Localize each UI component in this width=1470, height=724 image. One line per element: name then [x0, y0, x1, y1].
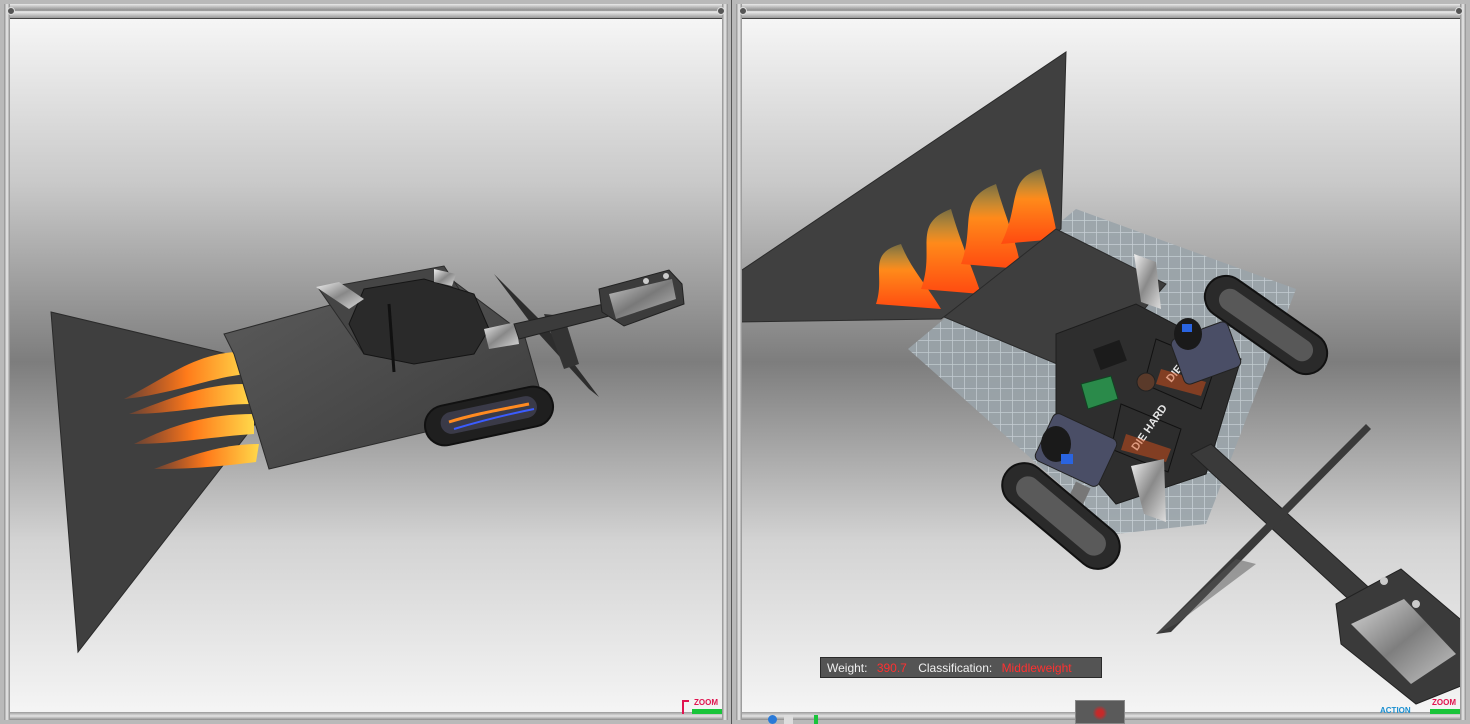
frame-right [722, 4, 728, 720]
rivet [7, 7, 15, 15]
zoom-label: ZOOM [1432, 698, 1456, 707]
zoom-bracket-icon [682, 700, 689, 714]
stats-bar: Weight: 390.7 Classification: Middleweig… [820, 657, 1102, 678]
frame-bottom [4, 712, 728, 720]
selected-part-thumbnail[interactable] [1075, 700, 1125, 724]
classification-label: Classification: [918, 661, 993, 675]
rivet [717, 7, 725, 15]
action-label[interactable]: ACTION [1380, 706, 1411, 715]
frame-top [4, 4, 728, 19]
frame-left [4, 4, 10, 720]
mini-toolbar[interactable] [768, 715, 828, 724]
robot-top-scene[interactable]: DIE HARD DIE HARD [736, 4, 1466, 720]
zoom-control-right[interactable]: ACTION ZOOM [1380, 698, 1460, 716]
frame-left [736, 4, 742, 720]
classification-value: Middleweight [1001, 661, 1072, 675]
hammer-head [598, 269, 685, 327]
rivet [1455, 7, 1463, 15]
weight-value: 390.7 [876, 661, 907, 675]
right-viewport[interactable]: DIE HARD DIE HARD [731, 0, 1470, 724]
frame-right [1460, 4, 1466, 720]
zoom-label: ZOOM [694, 698, 718, 707]
weight-label: Weight: [827, 661, 868, 675]
zoom-slider[interactable] [1430, 709, 1460, 714]
zoom-control-left[interactable]: ZOOM [682, 698, 722, 716]
info-icon[interactable] [768, 715, 777, 724]
page-icon[interactable] [784, 715, 793, 724]
frame-top [736, 4, 1466, 19]
robot-side-scene[interactable] [4, 4, 728, 720]
zoom-slider[interactable] [692, 709, 722, 714]
gear [1136, 372, 1156, 392]
rivet [739, 7, 747, 15]
left-viewport[interactable]: ZOOM [0, 0, 733, 724]
turntable [348, 278, 490, 365]
green-marker-icon [814, 715, 818, 724]
